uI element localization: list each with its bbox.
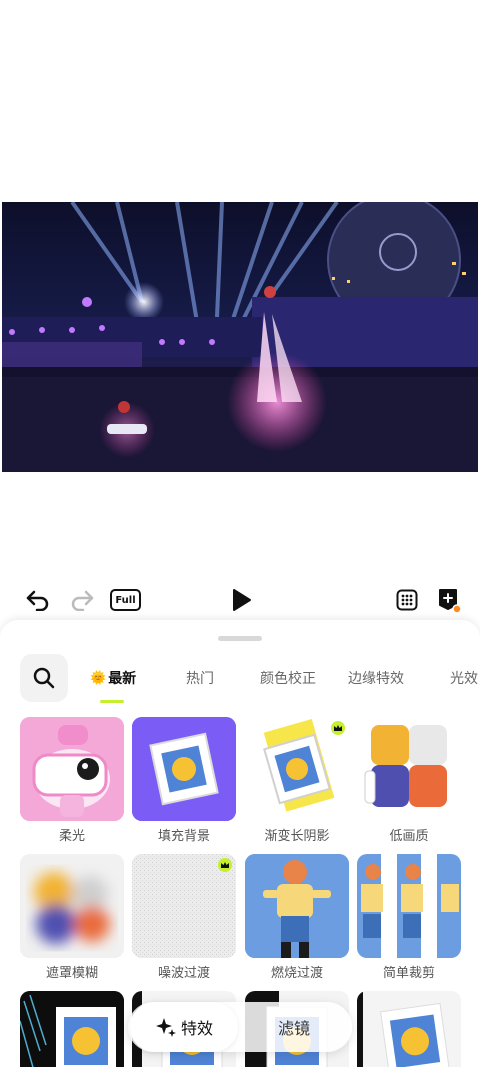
effects-tab-button[interactable]: 特效 [130, 1002, 238, 1052]
premium-crown-icon [331, 721, 345, 735]
sheet-drag-handle[interactable] [218, 636, 262, 641]
video-frame[interactable] [2, 202, 478, 472]
redo-icon [71, 590, 94, 611]
play-icon [233, 589, 251, 611]
premium-crown-icon [218, 858, 232, 872]
grid-icon [396, 589, 418, 611]
category-tabs: 🌞 最新 热门 颜色校正 边缘特效 光效 [88, 654, 480, 702]
sun-icon: 🌞 [90, 670, 107, 686]
filters-tab-label: 滤镜 [277, 1019, 310, 1038]
search-button[interactable] [20, 654, 68, 702]
full-screen-button[interactable]: Full [110, 589, 141, 611]
effect-card[interactable]: 遮罩模糊 [20, 854, 124, 981]
effect-thumbnail [357, 991, 461, 1067]
effect-card[interactable] [357, 991, 461, 1067]
effect-thumbnail [20, 717, 124, 821]
effect-label: 噪波过渡 [157, 966, 210, 981]
effects-tab-label: 特效 [180, 1019, 213, 1038]
tab-light-effects[interactable]: 光效 [450, 654, 478, 702]
effects-filters-switch: 特效 滤镜 [128, 1002, 352, 1052]
undo-icon [26, 590, 49, 611]
effect-card[interactable]: 噪波过渡 [132, 854, 236, 981]
effect-thumbnail [132, 854, 236, 958]
effect-card[interactable]: 渐变长阴影 [245, 717, 349, 844]
active-tab-indicator [100, 700, 124, 703]
tab-color-correction[interactable]: 颜色校正 [260, 654, 316, 702]
tab-newest[interactable]: 🌞 最新 [90, 654, 136, 702]
grid-button[interactable] [392, 580, 422, 620]
effect-thumbnail [20, 991, 124, 1067]
video-preview-area [0, 0, 480, 590]
effect-label: 柔光 [58, 829, 85, 844]
undo-button[interactable] [22, 580, 54, 620]
tab-hot[interactable]: 热门 [186, 654, 214, 702]
effect-card[interactable]: 填充背景 [132, 717, 236, 844]
add-keyframe-icon [439, 589, 461, 613]
effect-card[interactable]: 柔光 [20, 717, 124, 844]
tab-label: 最新 [108, 671, 137, 687]
filters-tab-button[interactable]: 滤镜 [240, 1002, 348, 1052]
sparkle-icon [155, 1018, 176, 1037]
effect-label: 渐变长阴影 [264, 829, 330, 844]
effect-thumbnail [357, 717, 461, 821]
add-keyframe-button[interactable] [434, 580, 464, 620]
tab-edge-effects[interactable]: 边缘特效 [348, 654, 404, 702]
effect-label: 简单裁剪 [382, 966, 435, 981]
effect-card[interactable]: 燃烧过渡 [245, 854, 349, 981]
effect-thumbnail [245, 854, 349, 958]
effect-label: 遮罩模糊 [45, 966, 98, 981]
redo-button[interactable] [66, 580, 98, 620]
effect-thumbnail [357, 854, 461, 958]
effect-card[interactable]: 简单裁剪 [357, 854, 461, 981]
effect-card[interactable]: 低画质 [357, 717, 461, 844]
effect-label: 低画质 [389, 829, 429, 844]
play-button[interactable] [226, 580, 256, 620]
effect-card[interactable] [20, 991, 124, 1067]
effect-label: 燃烧过渡 [270, 966, 323, 981]
editor-toolbar: Full [0, 580, 480, 620]
effect-thumbnail [132, 717, 236, 821]
effect-thumbnail [245, 717, 349, 821]
search-icon [33, 667, 55, 689]
effect-thumbnail [20, 854, 124, 958]
effect-label: 填充背景 [157, 829, 210, 844]
